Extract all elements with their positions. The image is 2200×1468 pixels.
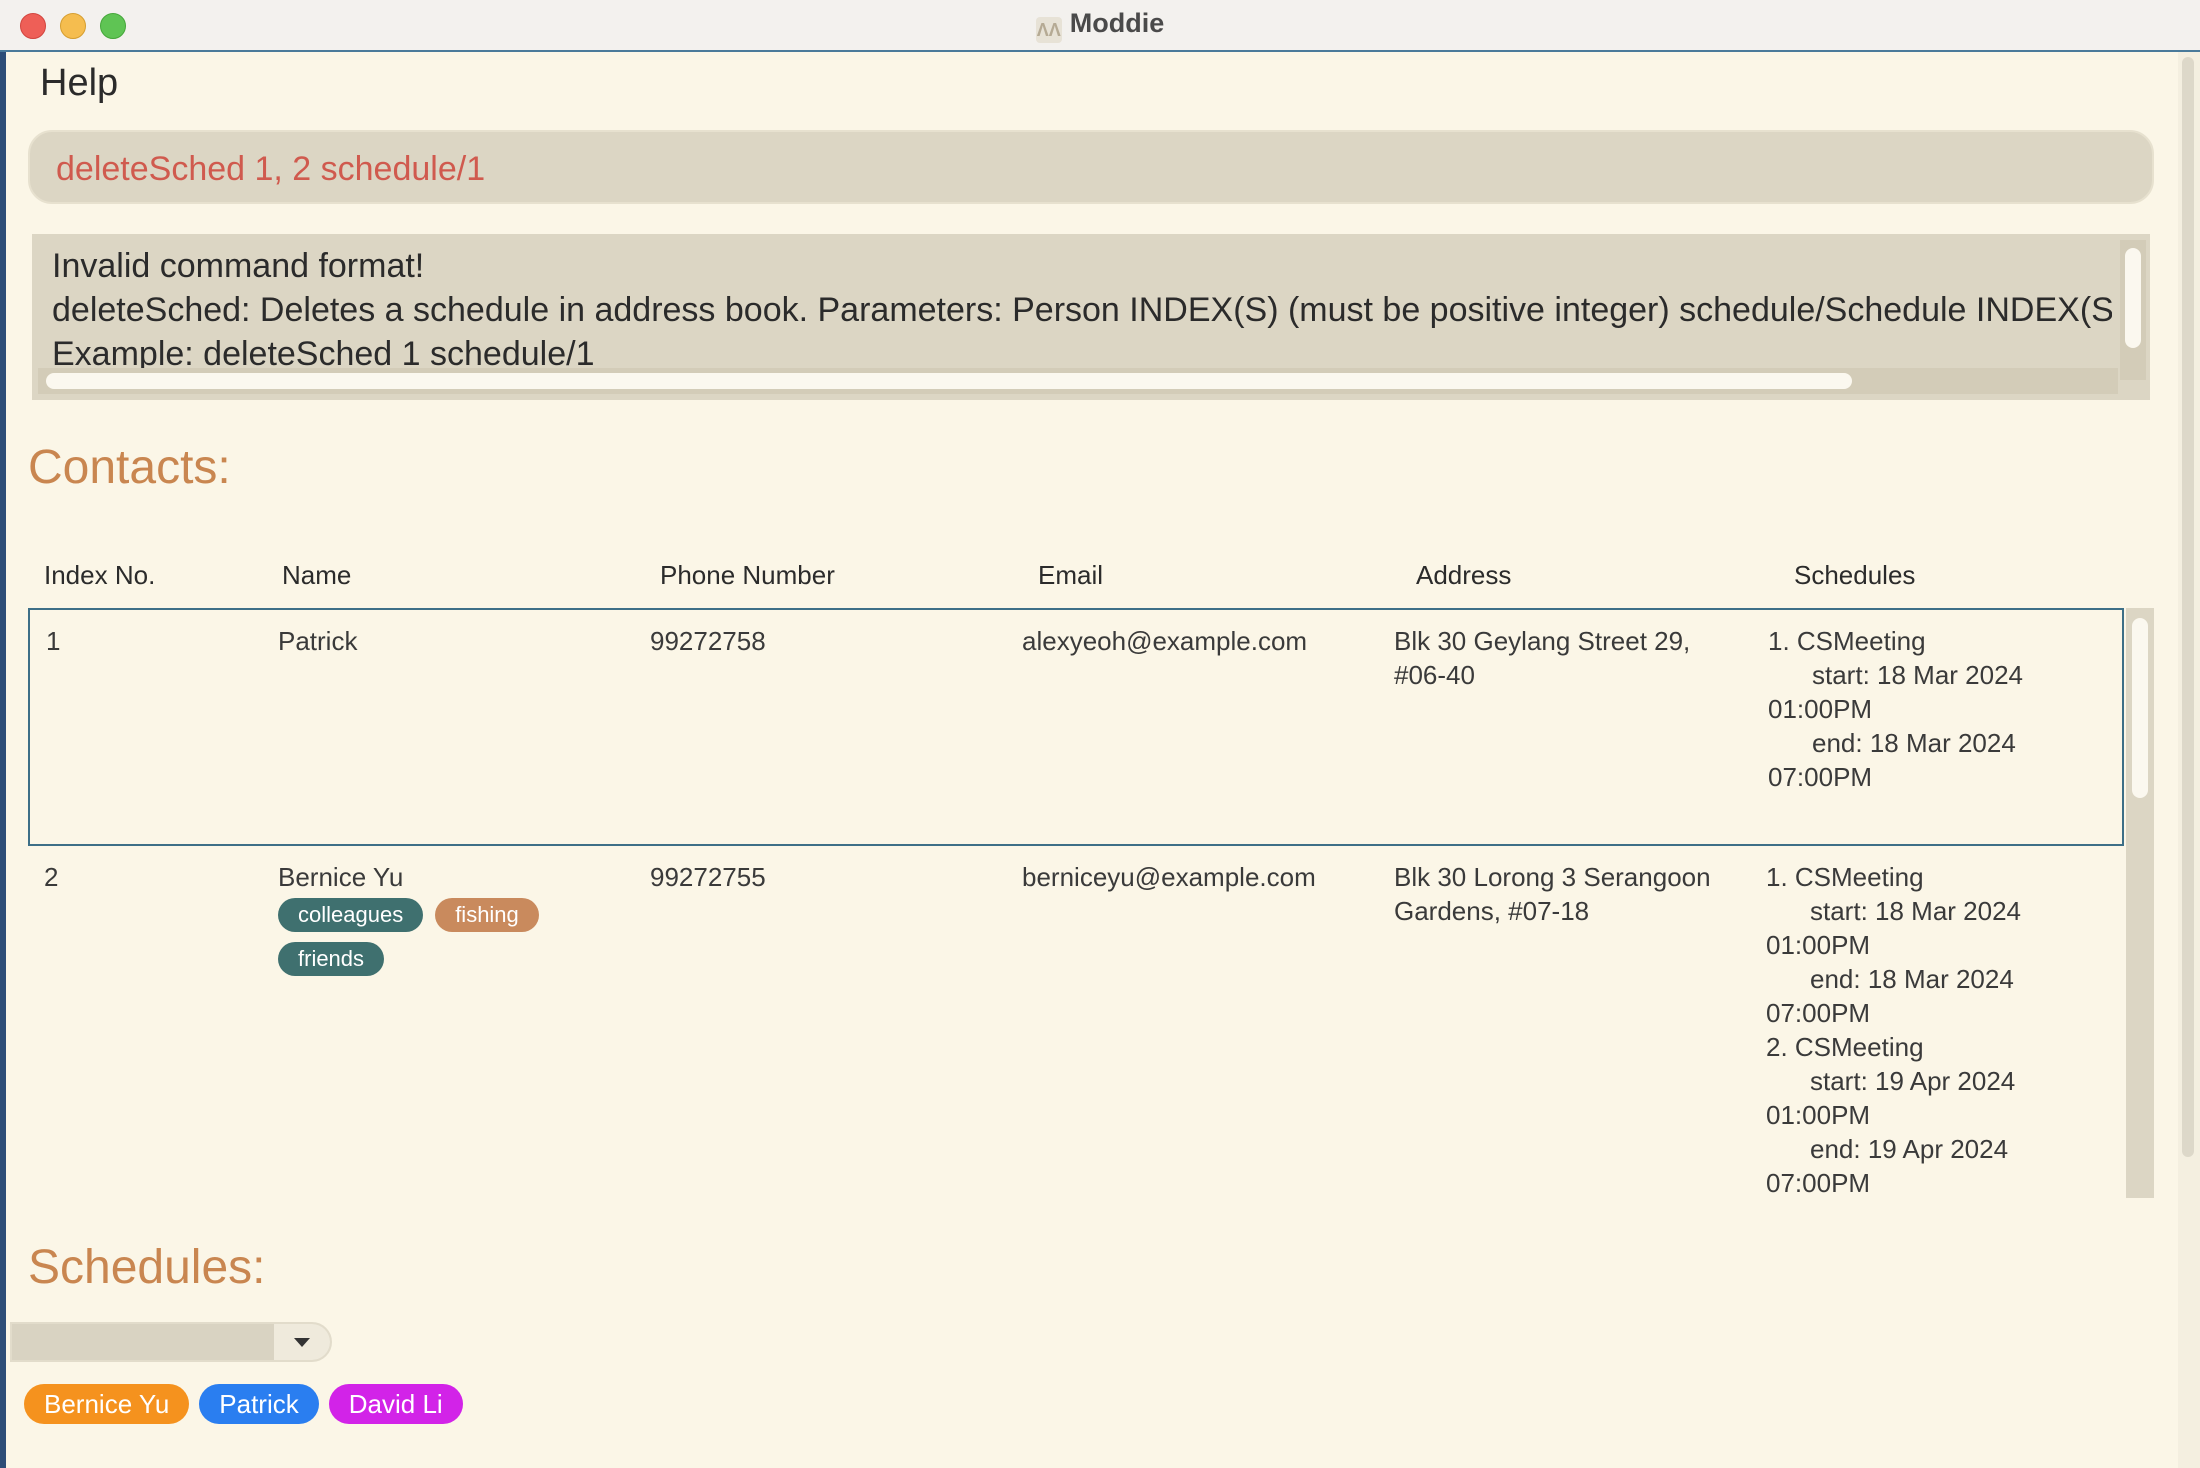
result-line: Invalid command format! (52, 247, 425, 285)
column-header-schedules: Schedules (1794, 560, 1916, 590)
contact-list: 1 Patrick 99272758 alexyeoh@example.com … (28, 608, 2154, 1198)
tag-chip: fishing (435, 898, 539, 932)
window-scrollbar[interactable] (2178, 52, 2200, 1468)
schedule-end-time: 07:00PM (1768, 762, 1873, 792)
address-line: Blk 30 Geylang Street 29, (1394, 626, 1691, 656)
app-icon: ΛΛ (1035, 17, 1062, 43)
result-display: Invalid command format! deleteSched: Del… (32, 234, 2150, 400)
schedule-start-time: 01:00PM (1766, 930, 1871, 960)
schedule-start: start: 19 Apr 2024 (1810, 1066, 2016, 1096)
window-titlebar: ΛΛ Moddie (0, 0, 2200, 52)
contact-address: Blk 30 Lorong 3 Serangoon Gardens, #07-1… (1394, 860, 1711, 928)
contact-name: Patrick (278, 626, 358, 656)
menu-help[interactable]: Help (40, 62, 118, 105)
contact-list-scrollbar[interactable] (2126, 608, 2154, 1198)
schedule-end: end: 19 Apr 2024 (1810, 1134, 2009, 1164)
contact-phone: 99272758 (650, 626, 766, 656)
command-box (28, 130, 2154, 204)
column-header-address: Address (1416, 560, 1512, 590)
contact-phone: 99272755 (650, 862, 766, 892)
contact-schedules: 1. CSMeeting start: 18 Mar 2024 01:00PM … (1768, 624, 2023, 794)
address-line: Blk 30 Lorong 3 Serangoon (1394, 862, 1711, 892)
schedule-start: start: 18 Mar 2024 (1810, 896, 2021, 926)
result-vertical-scrollbar[interactable] (2120, 240, 2146, 380)
person-chip[interactable]: David Li (328, 1384, 463, 1424)
column-header-phone: Phone Number (660, 560, 835, 590)
schedule-title: 1. CSMeeting (1766, 862, 1924, 892)
contact-tags: colleagues fishing friends (278, 898, 578, 986)
schedule-dropdown[interactable] (10, 1322, 332, 1362)
tag-chip: friends (278, 942, 385, 976)
window-title-text: Moddie (1069, 8, 1165, 38)
schedule-start: start: 18 Mar 2024 (1812, 660, 2023, 690)
schedule-start-time: 01:00PM (1768, 694, 1873, 724)
contact-row[interactable]: 1 Patrick 99272758 alexyeoh@example.com … (28, 608, 2124, 846)
schedules-heading: Schedules: (28, 1241, 266, 1294)
contact-row[interactable]: 2 Bernice Yu colleagues fishing friends 99… (28, 846, 2124, 1198)
schedule-start-time: 01:00PM (1766, 1100, 1871, 1130)
window-title: ΛΛ Moddie (0, 8, 2200, 43)
window-left-edge (0, 52, 6, 1468)
result-horizontal-scrollbar[interactable] (38, 368, 2118, 394)
contact-email: berniceyu@example.com (1022, 862, 1316, 892)
schedule-end: end: 18 Mar 2024 (1810, 964, 2014, 994)
contact-index: 1 (46, 626, 61, 656)
column-header-email: Email (1038, 560, 1104, 590)
contact-name: Bernice Yu (278, 862, 404, 892)
address-line: Gardens, #07-18 (1394, 896, 1590, 926)
contacts-heading: Contacts: (28, 441, 231, 494)
schedule-end-time: 07:00PM (1766, 1168, 1871, 1198)
column-header-name: Name (282, 560, 352, 590)
contact-list-scrollbar-thumb[interactable] (2132, 618, 2148, 798)
dropdown-arrow-button[interactable] (274, 1324, 330, 1360)
address-line: #06-40 (1394, 660, 1475, 690)
contact-email: alexyeoh@example.com (1022, 626, 1308, 656)
schedule-end: end: 18 Mar 2024 (1812, 728, 2016, 758)
schedule-end-time: 07:00PM (1766, 998, 1871, 1028)
contact-schedules: 1. CSMeeting start: 18 Mar 2024 01:00PM … (1766, 860, 2021, 1198)
contact-index: 2 (44, 862, 59, 892)
column-header-index: Index No. (44, 560, 156, 590)
schedule-title: 1. CSMeeting (1768, 626, 1926, 656)
result-vertical-scrollbar-thumb[interactable] (2125, 248, 2141, 348)
contact-address: Blk 30 Geylang Street 29, #06-40 (1394, 624, 1690, 692)
schedule-title: 2. CSMeeting (1766, 1032, 1924, 1062)
chevron-down-icon (294, 1338, 310, 1347)
result-line: deleteSched: Deletes a schedule in addre… (52, 291, 2112, 329)
result-text: Invalid command format! deleteSched: Del… (52, 244, 2112, 384)
result-horizontal-scrollbar-thumb[interactable] (46, 373, 1852, 389)
tag-chip: colleagues (278, 898, 424, 932)
schedule-people: Bernice Yu Patrick David Li (24, 1384, 473, 1424)
command-input[interactable] (54, 146, 2118, 192)
window-scrollbar-thumb[interactable] (2182, 57, 2194, 1157)
person-chip[interactable]: Patrick (199, 1384, 319, 1424)
person-chip[interactable]: Bernice Yu (24, 1384, 190, 1424)
